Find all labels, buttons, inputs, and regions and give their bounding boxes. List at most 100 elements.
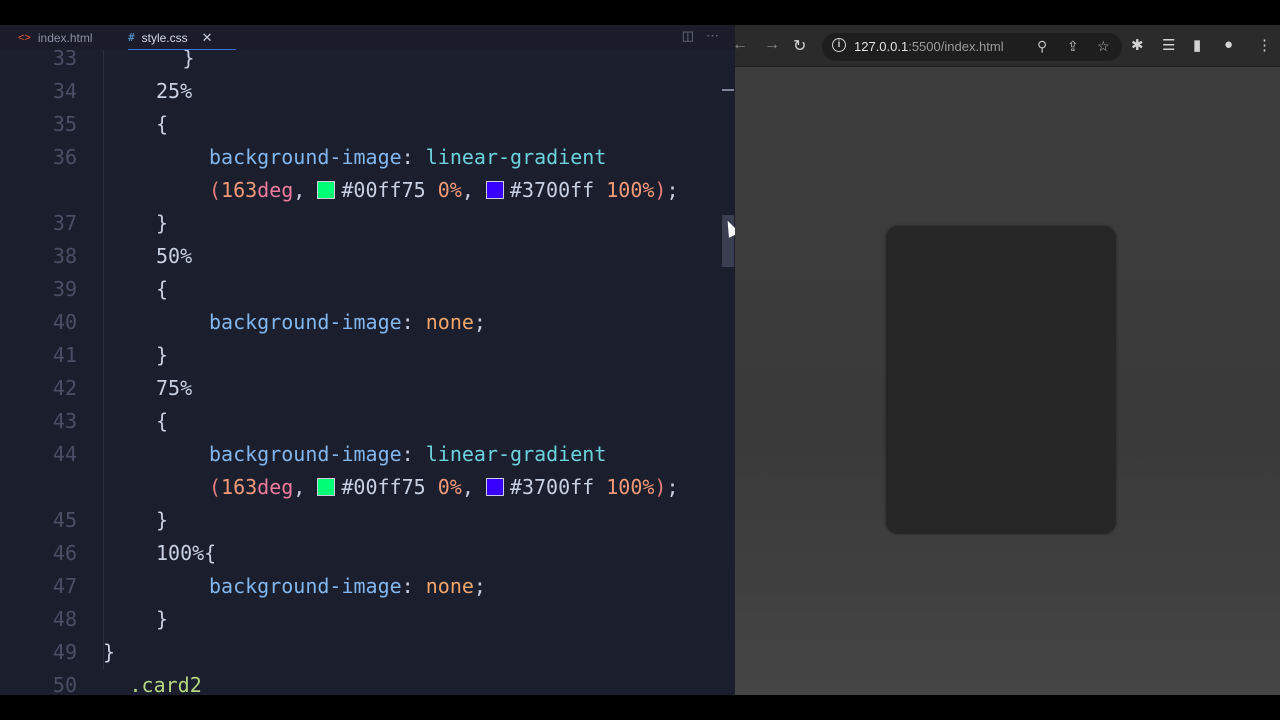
card[interactable]	[886, 226, 1116, 534]
code-token: 100%	[594, 178, 655, 202]
close-icon[interactable]: ✕	[202, 30, 213, 46]
color-swatch[interactable]	[485, 478, 504, 496]
reading-list-icon[interactable]: ☰	[1162, 36, 1175, 54]
code-line: 37}	[0, 207, 735, 240]
code-line: 34 25%	[0, 75, 735, 108]
code-token: #3700ff	[509, 475, 595, 499]
line-number: 41	[52, 343, 77, 367]
code-token: 163	[221, 178, 258, 202]
code-line: 44 background-image: linear-gradient	[0, 438, 735, 471]
share-icon[interactable]: ⇪	[1067, 38, 1079, 55]
code-token: #00ff75	[341, 475, 426, 499]
css-file-icon: #	[128, 31, 135, 44]
line-number: 50	[52, 673, 77, 695]
code-token: :	[401, 310, 426, 334]
address-bar[interactable]: i 127.0.0.1:5500/index.html ⚲ ⇪ ☆	[822, 33, 1122, 61]
code-line: 38 50%	[0, 240, 735, 273]
code-token: 0%	[425, 178, 462, 202]
reload-icon[interactable]: ↻	[793, 36, 806, 56]
menu-dots-icon[interactable]: ⋮	[1257, 36, 1272, 54]
code-token: ,	[293, 475, 318, 499]
line-text: .card2	[130, 669, 202, 695]
line-number: 44	[52, 442, 77, 466]
code-token: {	[156, 277, 169, 301]
code-token: {	[156, 112, 169, 136]
code-token: }	[156, 211, 169, 235]
code-token: linear-gradient	[425, 145, 607, 169]
code-line: 48}	[0, 603, 735, 636]
color-swatch[interactable]	[317, 181, 336, 199]
code-area[interactable]: 33} 34 25% 35 {36 background-image: linear-gr…	[0, 50, 735, 695]
code-token: 0%	[425, 475, 462, 499]
tab-label: style.css	[141, 30, 188, 45]
more-actions-icon[interactable]: ⋯	[706, 28, 719, 44]
code-line: 33}	[0, 50, 735, 75]
code-line: 39 {	[0, 273, 735, 306]
line-number: 36	[52, 145, 77, 169]
line-text: 25%	[156, 75, 192, 108]
line-number: 43	[52, 409, 77, 433]
code-line: (163deg, #00ff75 0%, #3700ff 100%);	[0, 174, 735, 207]
code-token: :	[401, 574, 426, 598]
code-token: background-image	[209, 145, 402, 169]
code-token: :	[401, 145, 426, 169]
code-token: 25%	[156, 79, 193, 103]
code-token: ;	[666, 475, 679, 499]
code-token: none	[425, 574, 474, 598]
code-line: 45}	[0, 504, 735, 537]
line-number: 48	[52, 607, 77, 631]
browser-toolbar: ← → ↻ i 127.0.0.1:5500/index.html ⚲ ⇪ ☆ …	[735, 25, 1280, 67]
line-text: }	[156, 339, 168, 372]
line-text: 75%	[156, 372, 192, 405]
line-number: 37	[52, 211, 77, 235]
code-line: 35 {	[0, 108, 735, 141]
back-arrow-icon[interactable]: ←	[735, 36, 748, 54]
color-swatch[interactable]	[485, 181, 504, 199]
extensions-puzzle-icon[interactable]: ✱	[1131, 36, 1144, 54]
browser-window: ← → ↻ i 127.0.0.1:5500/index.html ⚲ ⇪ ☆ …	[735, 25, 1280, 695]
line-text: {	[156, 405, 168, 438]
code-token: none	[425, 310, 474, 334]
code-token: }	[156, 508, 169, 532]
code-token: .card2	[129, 673, 202, 695]
editor-actions: ◫ ⋯	[682, 28, 719, 44]
code-line: 43 {	[0, 405, 735, 438]
editor-tab-bar: <> index.html # style.css ✕ ◫ ⋯	[0, 25, 735, 50]
site-info-icon[interactable]: i	[832, 38, 846, 52]
zoom-icon[interactable]: ⚲	[1037, 38, 1047, 55]
code-token: deg	[257, 178, 294, 202]
color-swatch[interactable]	[317, 478, 336, 496]
code-token: }	[103, 640, 116, 664]
code-token: ;	[666, 178, 679, 202]
forward-arrow-icon[interactable]: →	[764, 36, 780, 54]
code-token: linear-gradient	[425, 442, 607, 466]
code-token: )	[654, 475, 667, 499]
side-panel-icon[interactable]: ▮	[1193, 36, 1201, 54]
url-text[interactable]: 127.0.0.1:5500/index.html	[854, 39, 1004, 54]
code-token: ,	[461, 475, 486, 499]
line-text: background-image: linear-gradient	[209, 141, 606, 174]
profile-icon[interactable]: ●	[1224, 36, 1233, 53]
code-token: background-image	[209, 574, 402, 598]
code-token: }	[182, 50, 195, 70]
code-token: #3700ff	[509, 178, 595, 202]
code-token: (	[209, 178, 222, 202]
code-token: ,	[461, 178, 486, 202]
code-token: 100%	[156, 541, 205, 565]
code-line: 49}	[0, 636, 735, 669]
code-line: 50 .card2	[0, 669, 735, 695]
line-number: 33	[52, 50, 77, 70]
split-editor-icon[interactable]: ◫	[682, 28, 694, 44]
code-editor[interactable]: <> index.html # style.css ✕ ◫ ⋯ 33} 34 25%…	[0, 25, 735, 695]
code-token: 100%	[594, 475, 655, 499]
line-number: 45	[52, 508, 77, 532]
tab-index-html[interactable]: <> index.html	[18, 25, 93, 50]
line-text: background-image: linear-gradient	[209, 438, 606, 471]
code-token: )	[654, 178, 667, 202]
code-token: 163	[221, 475, 258, 499]
bookmark-star-icon[interactable]: ☆	[1097, 38, 1110, 55]
tab-label: index.html	[37, 30, 93, 45]
tab-style-css[interactable]: # style.css ✕	[128, 25, 236, 50]
code-line: 41}	[0, 339, 735, 372]
line-number: 46	[52, 541, 77, 565]
